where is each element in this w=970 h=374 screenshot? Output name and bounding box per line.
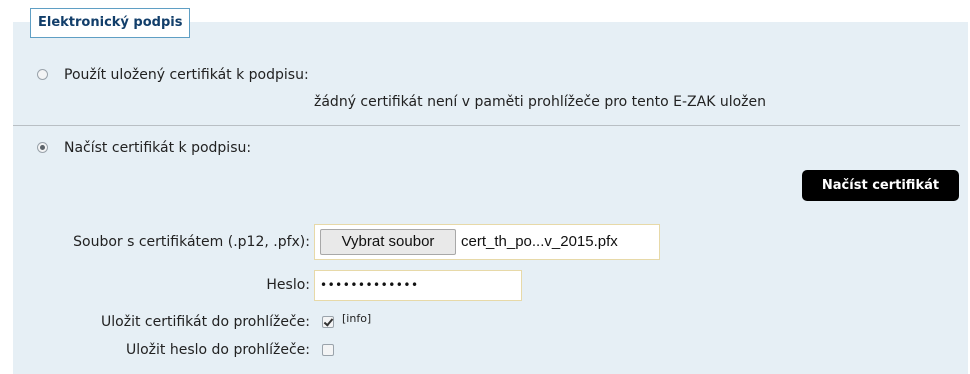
info-link[interactable]: [info] (342, 312, 371, 326)
save-cert-label: Uložit certifikát do prohlížeče: (101, 314, 310, 330)
save-cert-checkbox[interactable] (322, 316, 334, 328)
password-field[interactable]: ••••••••••••• (314, 270, 522, 301)
stored-cert-radio[interactable] (37, 69, 48, 80)
save-password-checkbox[interactable] (322, 344, 334, 356)
save-password-label: Uložit heslo do prohlížeče: (125, 342, 310, 358)
stored-cert-label: Použít uložený certifikát k podpisu: (64, 67, 309, 83)
load-certificate-button[interactable]: Načíst certifikát (802, 170, 959, 201)
password-label: Heslo: (266, 277, 310, 293)
choose-file-button[interactable]: Vybrat soubor (320, 229, 456, 255)
file-label: Soubor s certifikátem (.p12, .pfx): (73, 234, 310, 250)
section-divider (13, 125, 960, 126)
fieldset-legend: Elektronický podpis (30, 8, 191, 38)
certificate-file-input[interactable]: Vybrat soubor cert_th_po...v_2015.pfx (314, 224, 660, 260)
load-cert-radio[interactable] (37, 142, 48, 153)
load-cert-label: Načíst certifikát k podpisu: (64, 140, 252, 156)
stored-cert-note: žádný certifikát není v paměti prohlížeč… (314, 94, 767, 110)
password-value: ••••••••••••• (320, 278, 419, 292)
selected-file-name: cert_th_po...v_2015.pfx (461, 233, 618, 250)
